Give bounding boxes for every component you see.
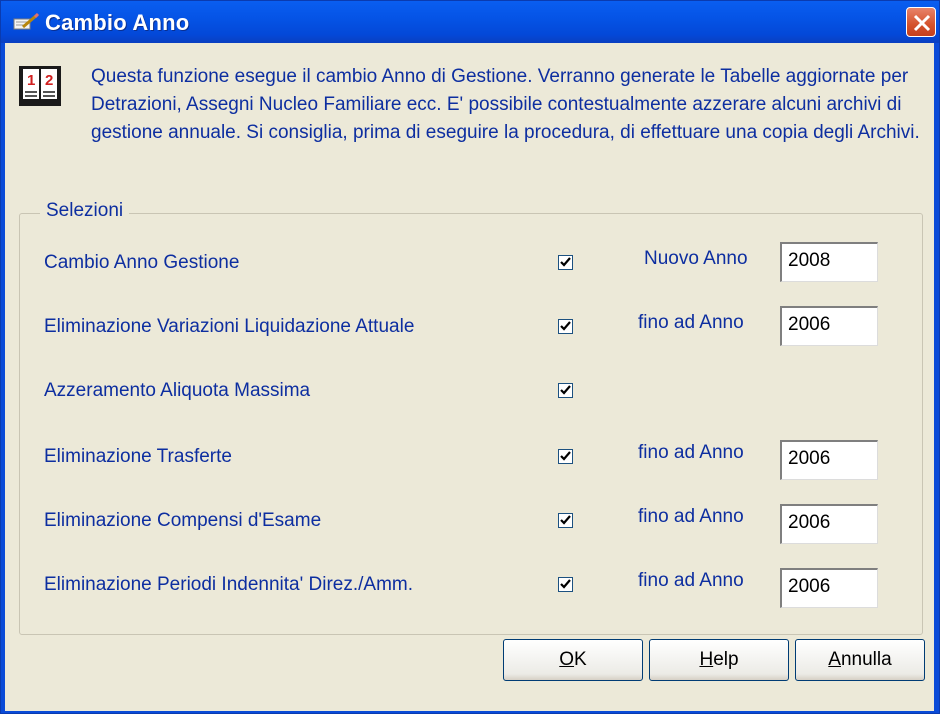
check-icon bbox=[560, 515, 571, 525]
pencil-paper-icon bbox=[13, 12, 40, 31]
help-rest: elp bbox=[713, 649, 739, 670]
help-button[interactable]: Help bbox=[649, 639, 789, 681]
year-input-cambio-anno[interactable]: 2008 bbox=[780, 242, 878, 282]
annulla-accel: A bbox=[828, 649, 841, 670]
year-label: fino ad Anno bbox=[638, 442, 744, 463]
close-button[interactable] bbox=[906, 7, 936, 37]
year-label: fino ad Anno bbox=[638, 506, 744, 527]
year-label: fino ad Anno bbox=[638, 312, 744, 333]
check-icon bbox=[560, 385, 571, 395]
year-label: Nuovo Anno bbox=[644, 248, 748, 269]
annulla-rest: nnulla bbox=[840, 649, 892, 670]
annulla-button[interactable]: Annulla bbox=[795, 639, 925, 681]
year-input-eliminazione-compensi[interactable]: 2006 bbox=[780, 504, 878, 544]
checkbox-cambio-anno[interactable] bbox=[558, 255, 573, 270]
row-eliminazione-trasferte: Eliminazione Trasferte fino ad Anno 2006 bbox=[20, 436, 922, 480]
close-icon bbox=[913, 14, 931, 32]
check-icon bbox=[560, 579, 571, 589]
checkbox-eliminazione-trasferte[interactable] bbox=[558, 449, 573, 464]
check-icon bbox=[560, 451, 571, 461]
help-accel: H bbox=[699, 649, 714, 670]
row-label: Cambio Anno Gestione bbox=[44, 252, 240, 273]
check-icon bbox=[560, 257, 571, 267]
intro-text: Questa funzione esegue il cambio Anno di… bbox=[91, 66, 920, 143]
year-input-eliminazione-trasferte[interactable]: 2006 bbox=[780, 440, 878, 480]
year-input-eliminazione-variazioni[interactable]: 2006 bbox=[780, 306, 878, 346]
row-label: Eliminazione Trasferte bbox=[44, 446, 232, 467]
year-label: fino ad Anno bbox=[638, 570, 744, 591]
selections-group: Selezioni Cambio Anno Gestione Nuovo Ann… bbox=[19, 200, 923, 635]
year-input-eliminazione-periodi[interactable]: 2006 bbox=[780, 568, 878, 608]
row-eliminazione-periodi: Eliminazione Periodi Indennita' Direz./A… bbox=[20, 564, 922, 608]
checkbox-eliminazione-variazioni[interactable] bbox=[558, 319, 573, 334]
row-label: Azzeramento Aliquota Massima bbox=[44, 380, 311, 401]
row-azzeramento-aliquota: Azzeramento Aliquota Massima bbox=[20, 370, 922, 414]
window-title: Cambio Anno bbox=[45, 10, 190, 35]
check-icon bbox=[560, 321, 571, 331]
row-label: Eliminazione Variazioni Liquidazione Att… bbox=[44, 316, 415, 337]
dialog-body: 1 2 Questa funzione esegue il cambio Ann… bbox=[5, 43, 934, 711]
book-1-2-icon: 1 2 bbox=[19, 66, 61, 106]
row-label: Eliminazione Periodi Indennita' Direz./A… bbox=[44, 574, 414, 595]
checkbox-azzeramento-aliquota[interactable] bbox=[558, 383, 573, 398]
title-bar[interactable]: Cambio Anno bbox=[1, 1, 939, 43]
row-cambio-anno: Cambio Anno Gestione Nuovo Anno 2008 bbox=[20, 242, 922, 286]
row-eliminazione-compensi: Eliminazione Compensi d'Esame fino ad An… bbox=[20, 500, 922, 544]
row-label: Eliminazione Compensi d'Esame bbox=[44, 510, 322, 531]
dialog-window: Cambio Anno 1 2 Questa funzione esegue i… bbox=[0, 0, 940, 714]
checkbox-eliminazione-compensi[interactable] bbox=[558, 513, 573, 528]
ok-rest: K bbox=[574, 649, 587, 670]
ok-button[interactable]: OK bbox=[503, 639, 643, 681]
checkbox-eliminazione-periodi[interactable] bbox=[558, 577, 573, 592]
group-label: Selezioni bbox=[40, 200, 130, 222]
svg-text:1: 1 bbox=[27, 72, 35, 89]
row-eliminazione-variazioni: Eliminazione Variazioni Liquidazione Att… bbox=[20, 306, 922, 350]
svg-text:2: 2 bbox=[45, 72, 53, 89]
ok-accel: O bbox=[559, 649, 575, 670]
